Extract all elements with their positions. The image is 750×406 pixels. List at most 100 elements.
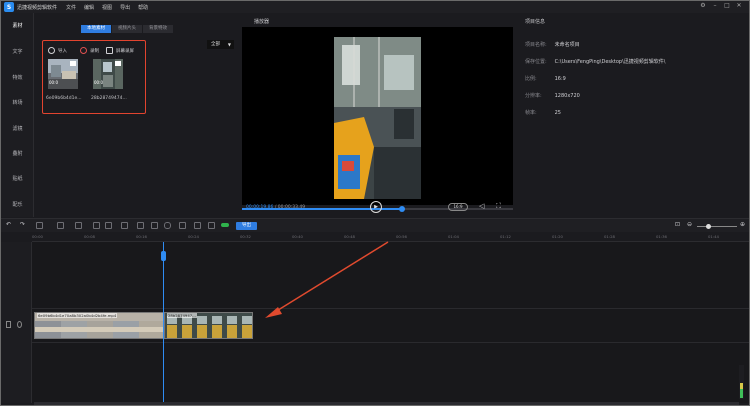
- speed-icon[interactable]: [151, 222, 158, 229]
- import-button[interactable]: 导入: [48, 47, 67, 54]
- edit-icon[interactable]: [57, 222, 64, 229]
- media-name-2: 28b28749474...: [91, 96, 127, 101]
- player-viewport[interactable]: [242, 27, 513, 212]
- playback-progress-handle[interactable]: [398, 206, 405, 212]
- info-row-frame-rate: 帧率: 25: [525, 109, 561, 116]
- rotate-icon[interactable]: [105, 222, 112, 229]
- color-icon[interactable]: [208, 222, 215, 229]
- media-filter-select[interactable]: 全部 ▼: [207, 40, 234, 49]
- nav-item-overlays[interactable]: 叠附: [1, 150, 34, 157]
- ruler-tick-label: 00:56: [396, 234, 407, 239]
- app-title: 迅捷视频剪辑软件: [17, 4, 58, 11]
- info-key: 比例:: [525, 76, 537, 82]
- window-controls: ⚙ – □ ✕: [697, 2, 745, 9]
- tab-video-intro[interactable]: 视频片头: [112, 25, 142, 33]
- import-icon: [48, 47, 55, 54]
- menu-edit[interactable]: 编辑: [84, 4, 94, 11]
- info-row-resolution: 分辨率: 1280x720: [525, 92, 580, 99]
- play-button[interactable]: ▶: [370, 201, 382, 213]
- settings-icon[interactable]: ⚙: [697, 2, 709, 9]
- audio-level-meter: [739, 365, 744, 399]
- clip-label-2: 28b2874947...: [167, 313, 197, 318]
- zoom-slider-handle[interactable]: [706, 224, 711, 229]
- ruler-tick-label: 00:08: [84, 234, 95, 239]
- project-info-panel: 项目信息 项目名称: 未命名项目 保存位置: C:\Users\FengPing…: [515, 13, 749, 217]
- duration-icon[interactable]: [194, 222, 201, 229]
- screen-record-button[interactable]: 屏幕录屏: [106, 47, 134, 54]
- play-icon: ▶: [374, 204, 378, 210]
- nav-item-stickers[interactable]: 贴纸: [1, 175, 34, 182]
- menu-file[interactable]: 文件: [66, 4, 76, 11]
- zoom-out-icon[interactable]: ⊖: [687, 221, 692, 228]
- title-bar: S 迅捷视频剪辑软件 文件 编辑 视图 导出 帮助 ⚙ – □ ✕: [1, 1, 749, 13]
- timeline-clip-1[interactable]: 6e09b6b4d1e70a8b302a0b4d2b4fe.mp4: [34, 312, 164, 339]
- player-panel: 播放器 00:00:19.86 / 00:00:33.49 ▶ 16:9 ◁ ⛶: [242, 13, 513, 217]
- redo-icon[interactable]: ↷: [20, 221, 25, 228]
- minimize-icon[interactable]: –: [709, 2, 721, 9]
- tab-local-media[interactable]: 本地素材: [81, 25, 111, 33]
- info-key: 保存位置:: [525, 59, 547, 65]
- track-lock-icon[interactable]: [17, 321, 22, 328]
- info-value: 25: [554, 110, 561, 116]
- maximize-icon[interactable]: □: [721, 2, 733, 9]
- ruler-tick-label: 01:20: [552, 234, 563, 239]
- timeline-ruler[interactable]: 00:00 00:08 00:16 00:24 00:32 00:40 00:48 00:56…: [32, 232, 749, 242]
- media-library: 本地素材 视频片头 背景特效 导入 录制 屏幕录屏 00:0 00:0 6e09…: [34, 13, 240, 217]
- video-frame-image: [334, 37, 421, 199]
- menu-export[interactable]: 导出: [120, 4, 130, 11]
- record-button[interactable]: 录制: [80, 47, 99, 54]
- timeline-toolbar: ↶ ↷ 导出 ⊡ ⊖ ⊕: [1, 219, 749, 232]
- zoom-slider[interactable]: [697, 226, 737, 227]
- playhead[interactable]: [163, 242, 164, 403]
- nav-item-music[interactable]: 配乐: [1, 201, 34, 208]
- aspect-ratio-value: 16:9: [453, 204, 463, 209]
- info-value: 未命名项目: [554, 42, 580, 48]
- crop-icon[interactable]: [93, 222, 100, 229]
- media-thumbnail-2[interactable]: 00:0: [93, 59, 123, 89]
- player-timecode: 00:00:19.86 / 00:00:33.49: [246, 205, 306, 210]
- ruler-tick-label: 00:24: [188, 234, 199, 239]
- record-label: 录制: [90, 48, 99, 54]
- nav-item-media[interactable]: 素材: [1, 22, 34, 29]
- info-row-save-location: 保存位置: C:\Users\FengPing\Desktop\迅捷视频剪辑软件…: [525, 58, 665, 65]
- delete-icon[interactable]: [36, 222, 43, 229]
- clip-label-1: 6e09b6b4d1e70a8b302a0b4d2b4fe.mp4: [37, 313, 118, 318]
- screen-record-icon: [106, 47, 113, 54]
- ruler-tick-label: 01:12: [500, 234, 511, 239]
- menu-help[interactable]: 帮助: [138, 4, 148, 11]
- ruler-tick-label: 00:40: [292, 234, 303, 239]
- split-icon[interactable]: [75, 222, 82, 229]
- export-button[interactable]: 导出: [236, 222, 257, 230]
- import-label: 导入: [58, 48, 67, 54]
- mosaic-icon[interactable]: [137, 222, 144, 229]
- media-duration-2: 00:0: [94, 80, 103, 85]
- fit-icon[interactable]: ⊡: [675, 221, 680, 228]
- track-separator: [32, 342, 749, 343]
- fullscreen-icon[interactable]: ⛶: [496, 202, 501, 211]
- freeze-frame-icon[interactable]: [121, 222, 128, 229]
- screenshot-icon[interactable]: [179, 222, 186, 229]
- playhead-handle[interactable]: [161, 251, 166, 261]
- timeline-clip-2[interactable]: 28b2874947...: [164, 312, 253, 339]
- ruler-tick-label: 01:44: [708, 234, 719, 239]
- ruler-tick-label: 01:36: [656, 234, 667, 239]
- volume-icon[interactable]: ◁: [479, 202, 484, 210]
- info-key: 项目名称:: [525, 42, 547, 48]
- microphone-icon[interactable]: [164, 222, 171, 229]
- tab-background-effects[interactable]: 背景特效: [143, 25, 173, 33]
- project-info-title: 项目信息: [525, 19, 546, 25]
- media-thumbnail-1[interactable]: 00:0: [48, 59, 78, 89]
- nav-item-transitions[interactable]: 转场: [1, 99, 34, 106]
- player-title: 播放器: [254, 19, 270, 25]
- timeline-scrollbar[interactable]: [34, 402, 739, 405]
- nav-item-text[interactable]: 文字: [1, 48, 34, 55]
- left-nav: 素材 文字 特效 转场 滤镜 叠附 贴纸 配乐: [1, 13, 34, 217]
- zoom-in-icon[interactable]: ⊕: [740, 221, 745, 228]
- nav-item-effects[interactable]: 特效: [1, 74, 34, 81]
- aspect-ratio-select[interactable]: 16:9: [448, 203, 468, 211]
- menu-view[interactable]: 视图: [102, 4, 112, 11]
- nav-item-filters[interactable]: 滤镜: [1, 125, 34, 132]
- undo-icon[interactable]: ↶: [6, 221, 11, 228]
- video-frame: [334, 37, 421, 199]
- close-icon[interactable]: ✕: [733, 2, 745, 9]
